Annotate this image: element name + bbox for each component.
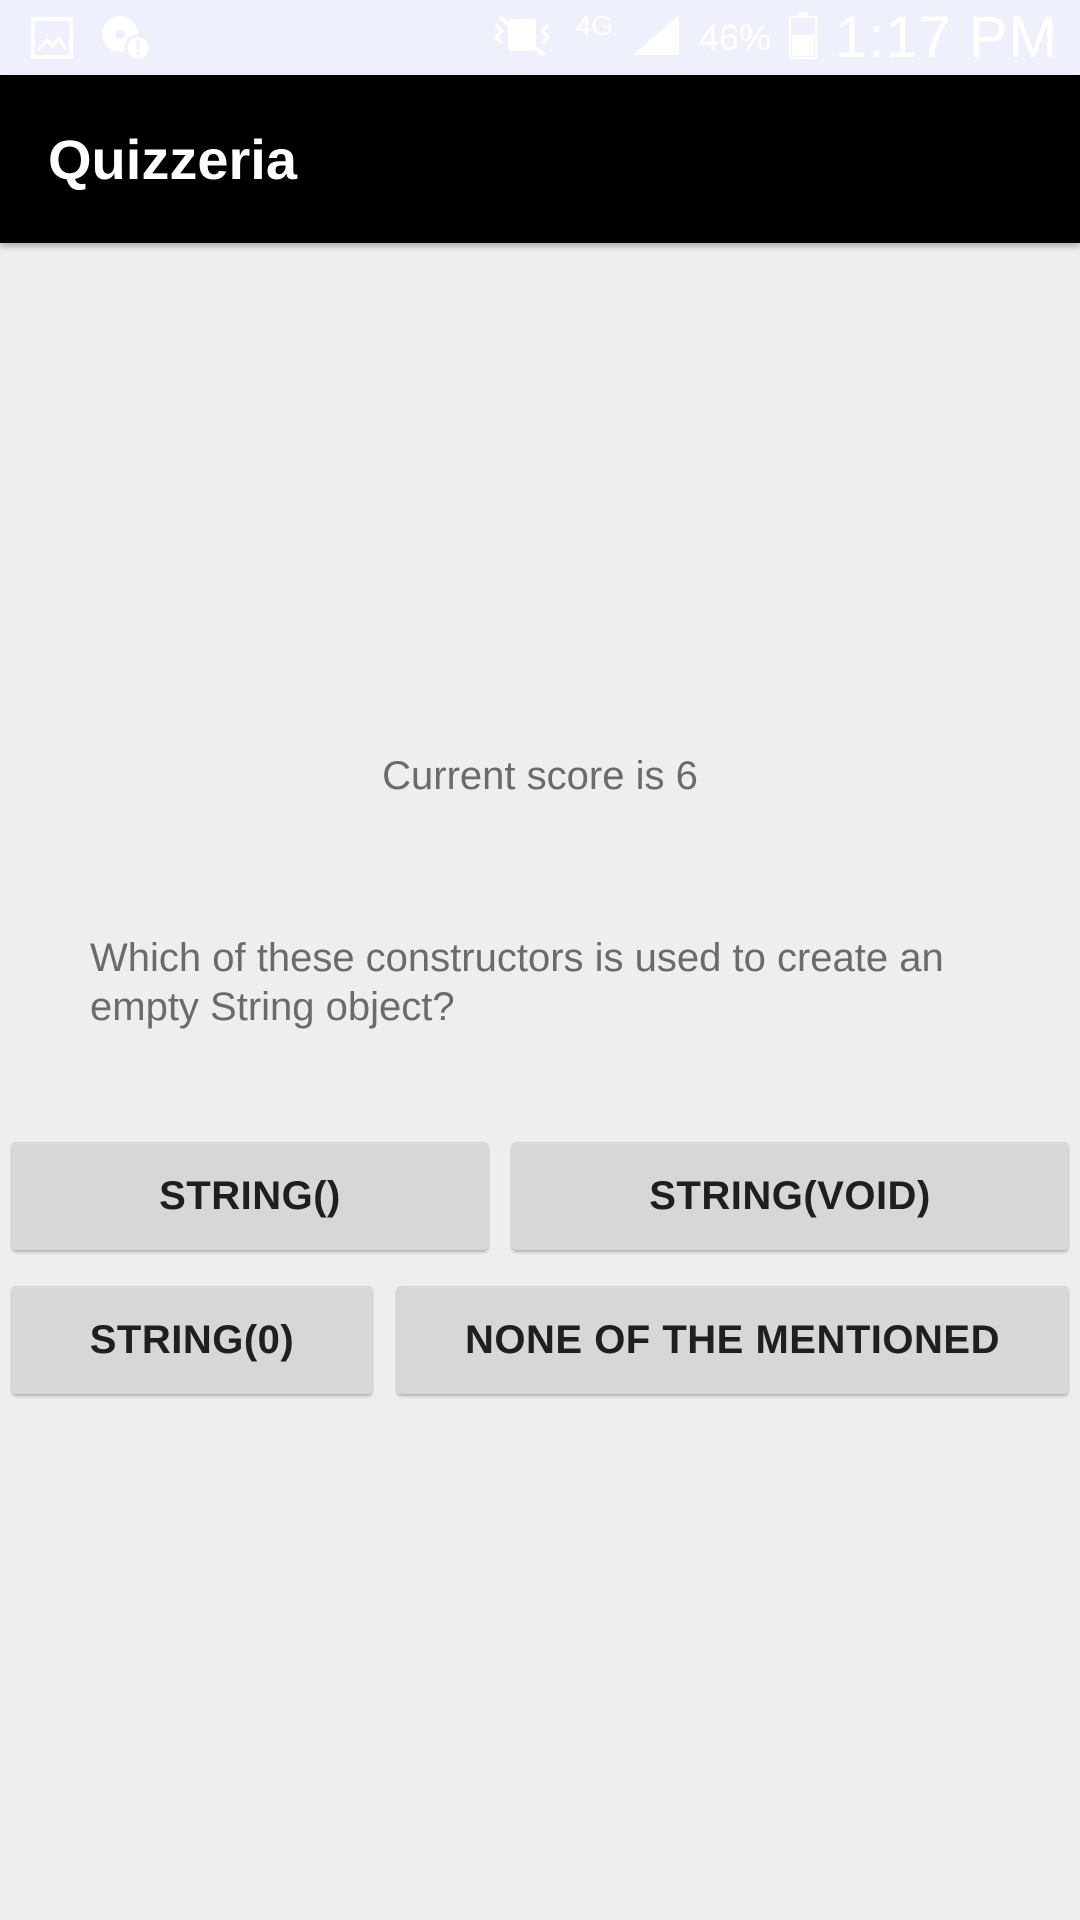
battery-percent: 46% [698, 16, 771, 58]
status-bar: 4G 46% 1:17 PM [0, 0, 1080, 75]
status-bar-left [30, 14, 152, 67]
battery-icon [789, 11, 817, 64]
app-title: Quizzeria [48, 128, 297, 191]
answer-button-1[interactable]: STRING() [12, 1142, 488, 1250]
score-text: Current score is 6 [382, 754, 698, 798]
answer-button-2[interactable]: STRING(VOID) [512, 1142, 1068, 1250]
signal-icon [631, 13, 681, 62]
status-bar-right: 4G 46% 1:17 PM [486, 0, 1058, 75]
status-time: 1:17 PM [835, 5, 1058, 70]
gallery-icon [30, 16, 74, 65]
answer-button-4[interactable]: NONE OF THE MENTIONED [397, 1286, 1068, 1394]
question-text: Which of these constructors is used to c… [90, 936, 944, 1029]
network-type: 4G [575, 9, 613, 41]
notification-icon [100, 14, 152, 67]
answer-button-3[interactable]: STRING(0) [12, 1286, 372, 1394]
app-bar: Quizzeria [0, 75, 1080, 243]
mute-icon [486, 11, 558, 64]
